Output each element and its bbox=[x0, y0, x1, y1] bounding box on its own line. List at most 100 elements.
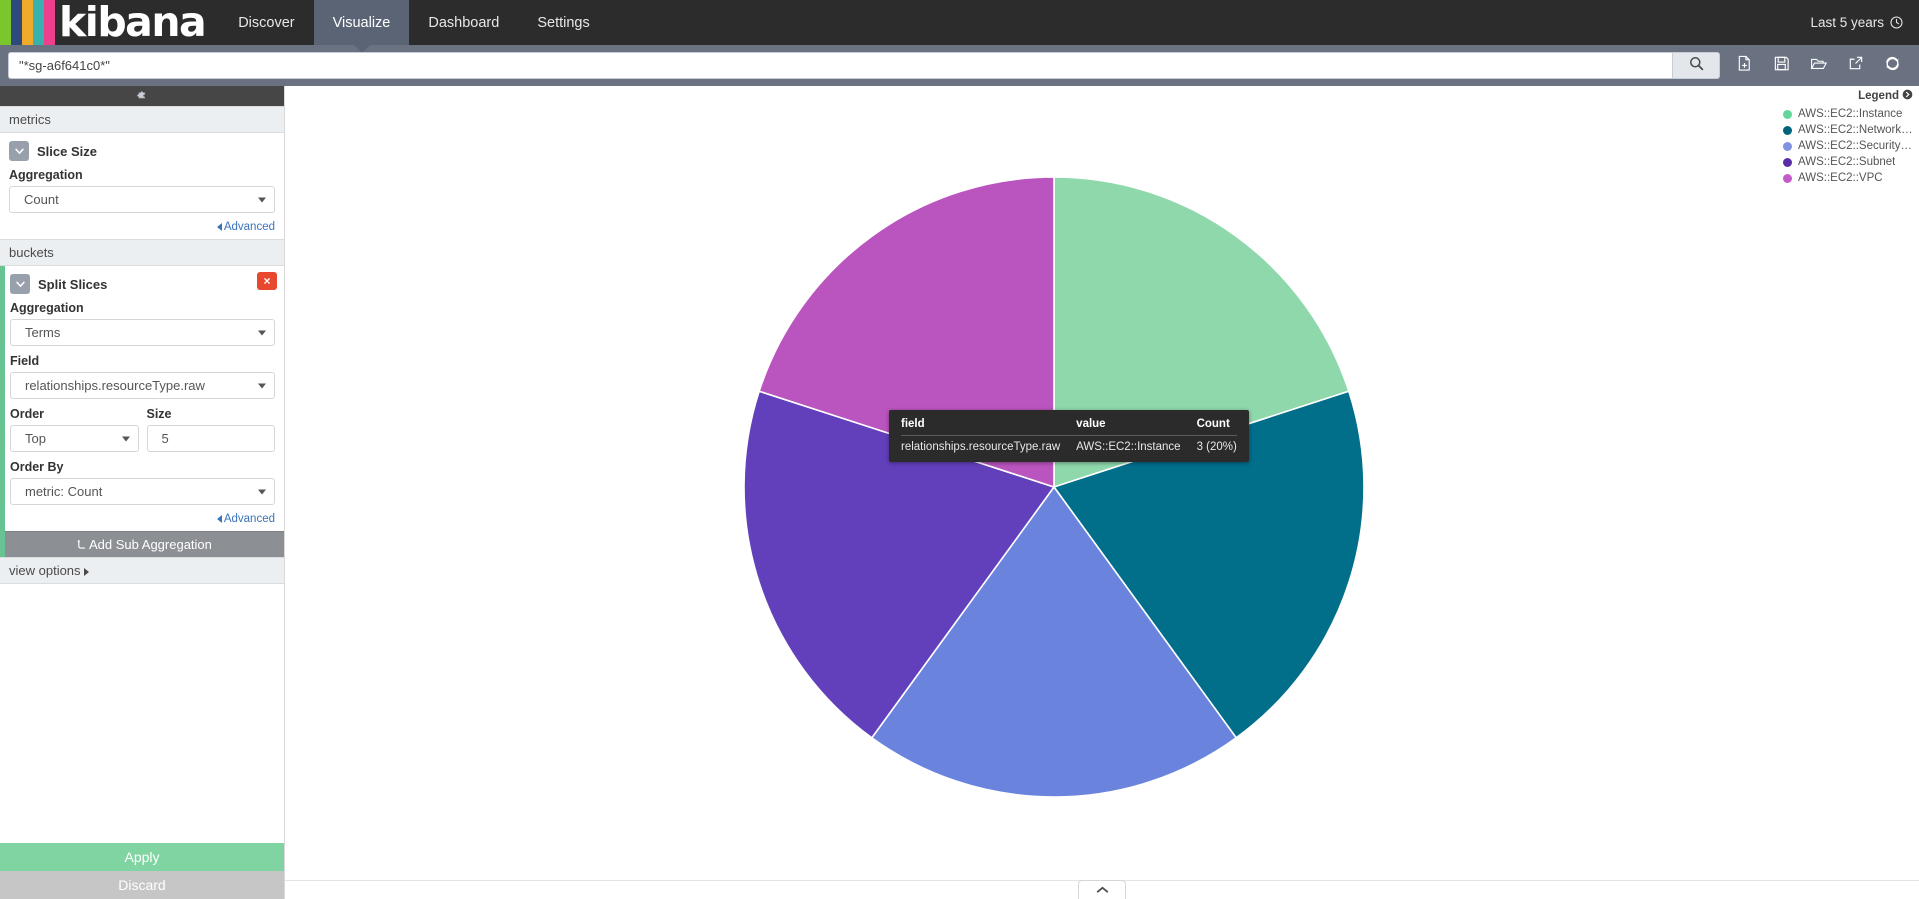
legend-color-dot bbox=[1783, 157, 1792, 167]
tooltip-data-row: relationships.resourceType.raw AWS::EC2:… bbox=[901, 436, 1237, 453]
spy-panel-toggle[interactable] bbox=[1078, 880, 1126, 899]
bucket-order-size-group: Order Top Size bbox=[5, 404, 284, 457]
bucket-agg-block: Split Slices × Aggregation Terms Field r… bbox=[0, 266, 284, 557]
kibana-app: kibana Discover Visualize Dashboard Setting… bbox=[0, 0, 1919, 899]
buckets-section-header: buckets bbox=[0, 239, 284, 266]
kibana-logo[interactable]: kibana bbox=[0, 0, 219, 45]
logo-bar-4 bbox=[33, 0, 44, 45]
bucket-order-value: Top bbox=[25, 431, 46, 446]
split-slices-header[interactable]: Split Slices × bbox=[5, 266, 284, 298]
bucket-advanced-toggle[interactable]: Advanced bbox=[5, 510, 284, 531]
bucket-aggregation-group: Aggregation Terms bbox=[5, 298, 284, 351]
add-sub-aggregation-button[interactable]: Add Sub Aggregation bbox=[5, 531, 284, 557]
logo-color-bars bbox=[0, 0, 55, 45]
tooltip-header-row: field value Count bbox=[901, 418, 1237, 436]
logo-bar-3 bbox=[22, 0, 33, 45]
save-button[interactable] bbox=[1763, 49, 1800, 83]
sidebar-topbar bbox=[0, 86, 284, 106]
visualization-canvas: AWS::EC2::Instance: 3 (20%)AWS::EC2::Net… bbox=[285, 86, 1919, 899]
legend-color-dot bbox=[1783, 125, 1792, 135]
new-visualization-button[interactable] bbox=[1726, 49, 1763, 83]
metric-advanced-toggle[interactable]: Advanced bbox=[0, 218, 284, 239]
legend-item-0[interactable]: AWS::EC2::Instance bbox=[1783, 106, 1915, 122]
tooltip-field-value: relationships.resourceType.raw bbox=[901, 441, 1061, 453]
legend-item-label: AWS::EC2::NetworkInt... bbox=[1798, 124, 1915, 136]
bucket-order-by-label: Order By bbox=[10, 460, 64, 474]
logo-bar-5 bbox=[44, 0, 55, 45]
editor-sidebar: metrics Slice Size Aggregation Count Adv… bbox=[0, 86, 285, 899]
slice-size-header[interactable]: Slice Size bbox=[0, 133, 284, 165]
nav-item-visualize[interactable]: Visualize bbox=[313, 0, 410, 45]
bucket-size-input[interactable] bbox=[146, 425, 275, 452]
slice-size-title: Slice Size bbox=[37, 143, 97, 159]
legend-item-label: AWS::EC2::SecurityGr... bbox=[1798, 140, 1915, 152]
bucket-aggregation-select[interactable]: Terms bbox=[10, 319, 275, 346]
chevron-up-icon bbox=[1096, 881, 1109, 899]
navbar-spacer bbox=[609, 0, 1811, 45]
pie-chart[interactable]: AWS::EC2::Instance: 3 (20%)AWS::EC2::Net… bbox=[285, 86, 1919, 899]
bucket-field-group: Field relationships.resourceType.raw bbox=[5, 351, 284, 404]
bucket-aggregation-label: Aggregation bbox=[10, 301, 84, 315]
legend-item-label: AWS::EC2::Instance bbox=[1798, 108, 1903, 120]
legend-item-2[interactable]: AWS::EC2::SecurityGr... bbox=[1783, 138, 1915, 154]
view-options-toggle[interactable]: view options bbox=[0, 557, 284, 584]
tooltip-header-field: field bbox=[901, 418, 1077, 436]
order-col: Order Top bbox=[10, 407, 139, 452]
legend-color-dot bbox=[1783, 141, 1792, 151]
legend-items: AWS::EC2::InstanceAWS::EC2::NetworkInt..… bbox=[1783, 106, 1915, 186]
nav-item-settings[interactable]: Settings bbox=[518, 0, 608, 45]
add-sub-aggregation-label: Add Sub Aggregation bbox=[89, 537, 212, 552]
legend-item-label: AWS::EC2::VPC bbox=[1798, 172, 1883, 184]
legend-toggle[interactable]: Legend bbox=[1783, 86, 1915, 106]
size-col: Size bbox=[146, 407, 275, 452]
chevron-down-icon bbox=[258, 489, 266, 494]
chevron-down-icon bbox=[258, 197, 266, 202]
metric-aggregation-value: Count bbox=[24, 192, 59, 207]
clock-icon bbox=[1890, 16, 1903, 29]
legend-item-3[interactable]: AWS::EC2::Subnet bbox=[1783, 154, 1915, 170]
chevron-down-icon bbox=[121, 436, 130, 441]
metric-aggregation-select[interactable]: Count bbox=[9, 186, 275, 213]
bucket-field-select[interactable]: relationships.resourceType.raw bbox=[10, 372, 275, 399]
collapse-toggle-split-slices[interactable] bbox=[10, 274, 30, 294]
legend-item-4[interactable]: AWS::EC2::VPC bbox=[1783, 170, 1915, 186]
metric-advanced-label: Advanced bbox=[223, 221, 275, 233]
nav-item-dashboard[interactable]: Dashboard bbox=[409, 0, 518, 45]
chevron-down-icon bbox=[258, 330, 266, 335]
bucket-order-by-select[interactable]: metric: Count bbox=[10, 478, 275, 505]
nav-item-discover[interactable]: Discover bbox=[219, 0, 313, 45]
triangle-left-icon bbox=[216, 222, 222, 231]
bucket-advanced-label: Advanced bbox=[223, 513, 275, 525]
order-size-row: Order Top Size bbox=[10, 407, 275, 452]
discard-button[interactable]: Discard bbox=[0, 871, 284, 899]
refresh-button[interactable] bbox=[1874, 49, 1911, 83]
logo-text: kibana bbox=[59, 0, 207, 46]
tooltip-header-value: value bbox=[1076, 418, 1197, 436]
share-button[interactable] bbox=[1837, 49, 1874, 83]
bucket-order-by-group: Order By metric: Count bbox=[5, 457, 284, 510]
share-icon bbox=[1847, 55, 1864, 77]
metric-aggregation-label: Aggregation bbox=[9, 168, 83, 182]
chevron-circle-right-icon bbox=[1902, 89, 1913, 103]
triangle-left-icon bbox=[216, 514, 222, 523]
nav-items: Discover Visualize Dashboard Settings bbox=[219, 0, 609, 45]
legend-item-1[interactable]: AWS::EC2::NetworkInt... bbox=[1783, 122, 1915, 138]
search-submit-button[interactable] bbox=[1672, 52, 1720, 79]
bucket-size-label: Size bbox=[146, 407, 172, 421]
bucket-order-select[interactable]: Top bbox=[10, 425, 139, 452]
time-picker-button[interactable]: Last 5 years bbox=[1810, 0, 1919, 45]
puzzle-icon bbox=[136, 87, 148, 105]
remove-bucket-button[interactable]: × bbox=[257, 272, 277, 290]
open-folder-icon bbox=[1810, 55, 1828, 77]
legend-item-label: AWS::EC2::Subnet bbox=[1798, 156, 1896, 168]
apply-button[interactable]: Apply bbox=[0, 843, 284, 871]
search-input[interactable] bbox=[8, 52, 1672, 79]
legend-color-dot bbox=[1783, 109, 1792, 119]
query-input-wrap bbox=[8, 52, 1720, 79]
open-saved-button[interactable] bbox=[1800, 49, 1837, 83]
sidebar-scroll[interactable]: metrics Slice Size Aggregation Count Adv… bbox=[0, 106, 284, 843]
collapse-toggle-slice-size[interactable] bbox=[9, 141, 29, 161]
sidebar-actions: Apply Discard bbox=[0, 843, 284, 899]
refresh-icon bbox=[1884, 55, 1901, 77]
bucket-order-label: Order bbox=[10, 407, 45, 421]
